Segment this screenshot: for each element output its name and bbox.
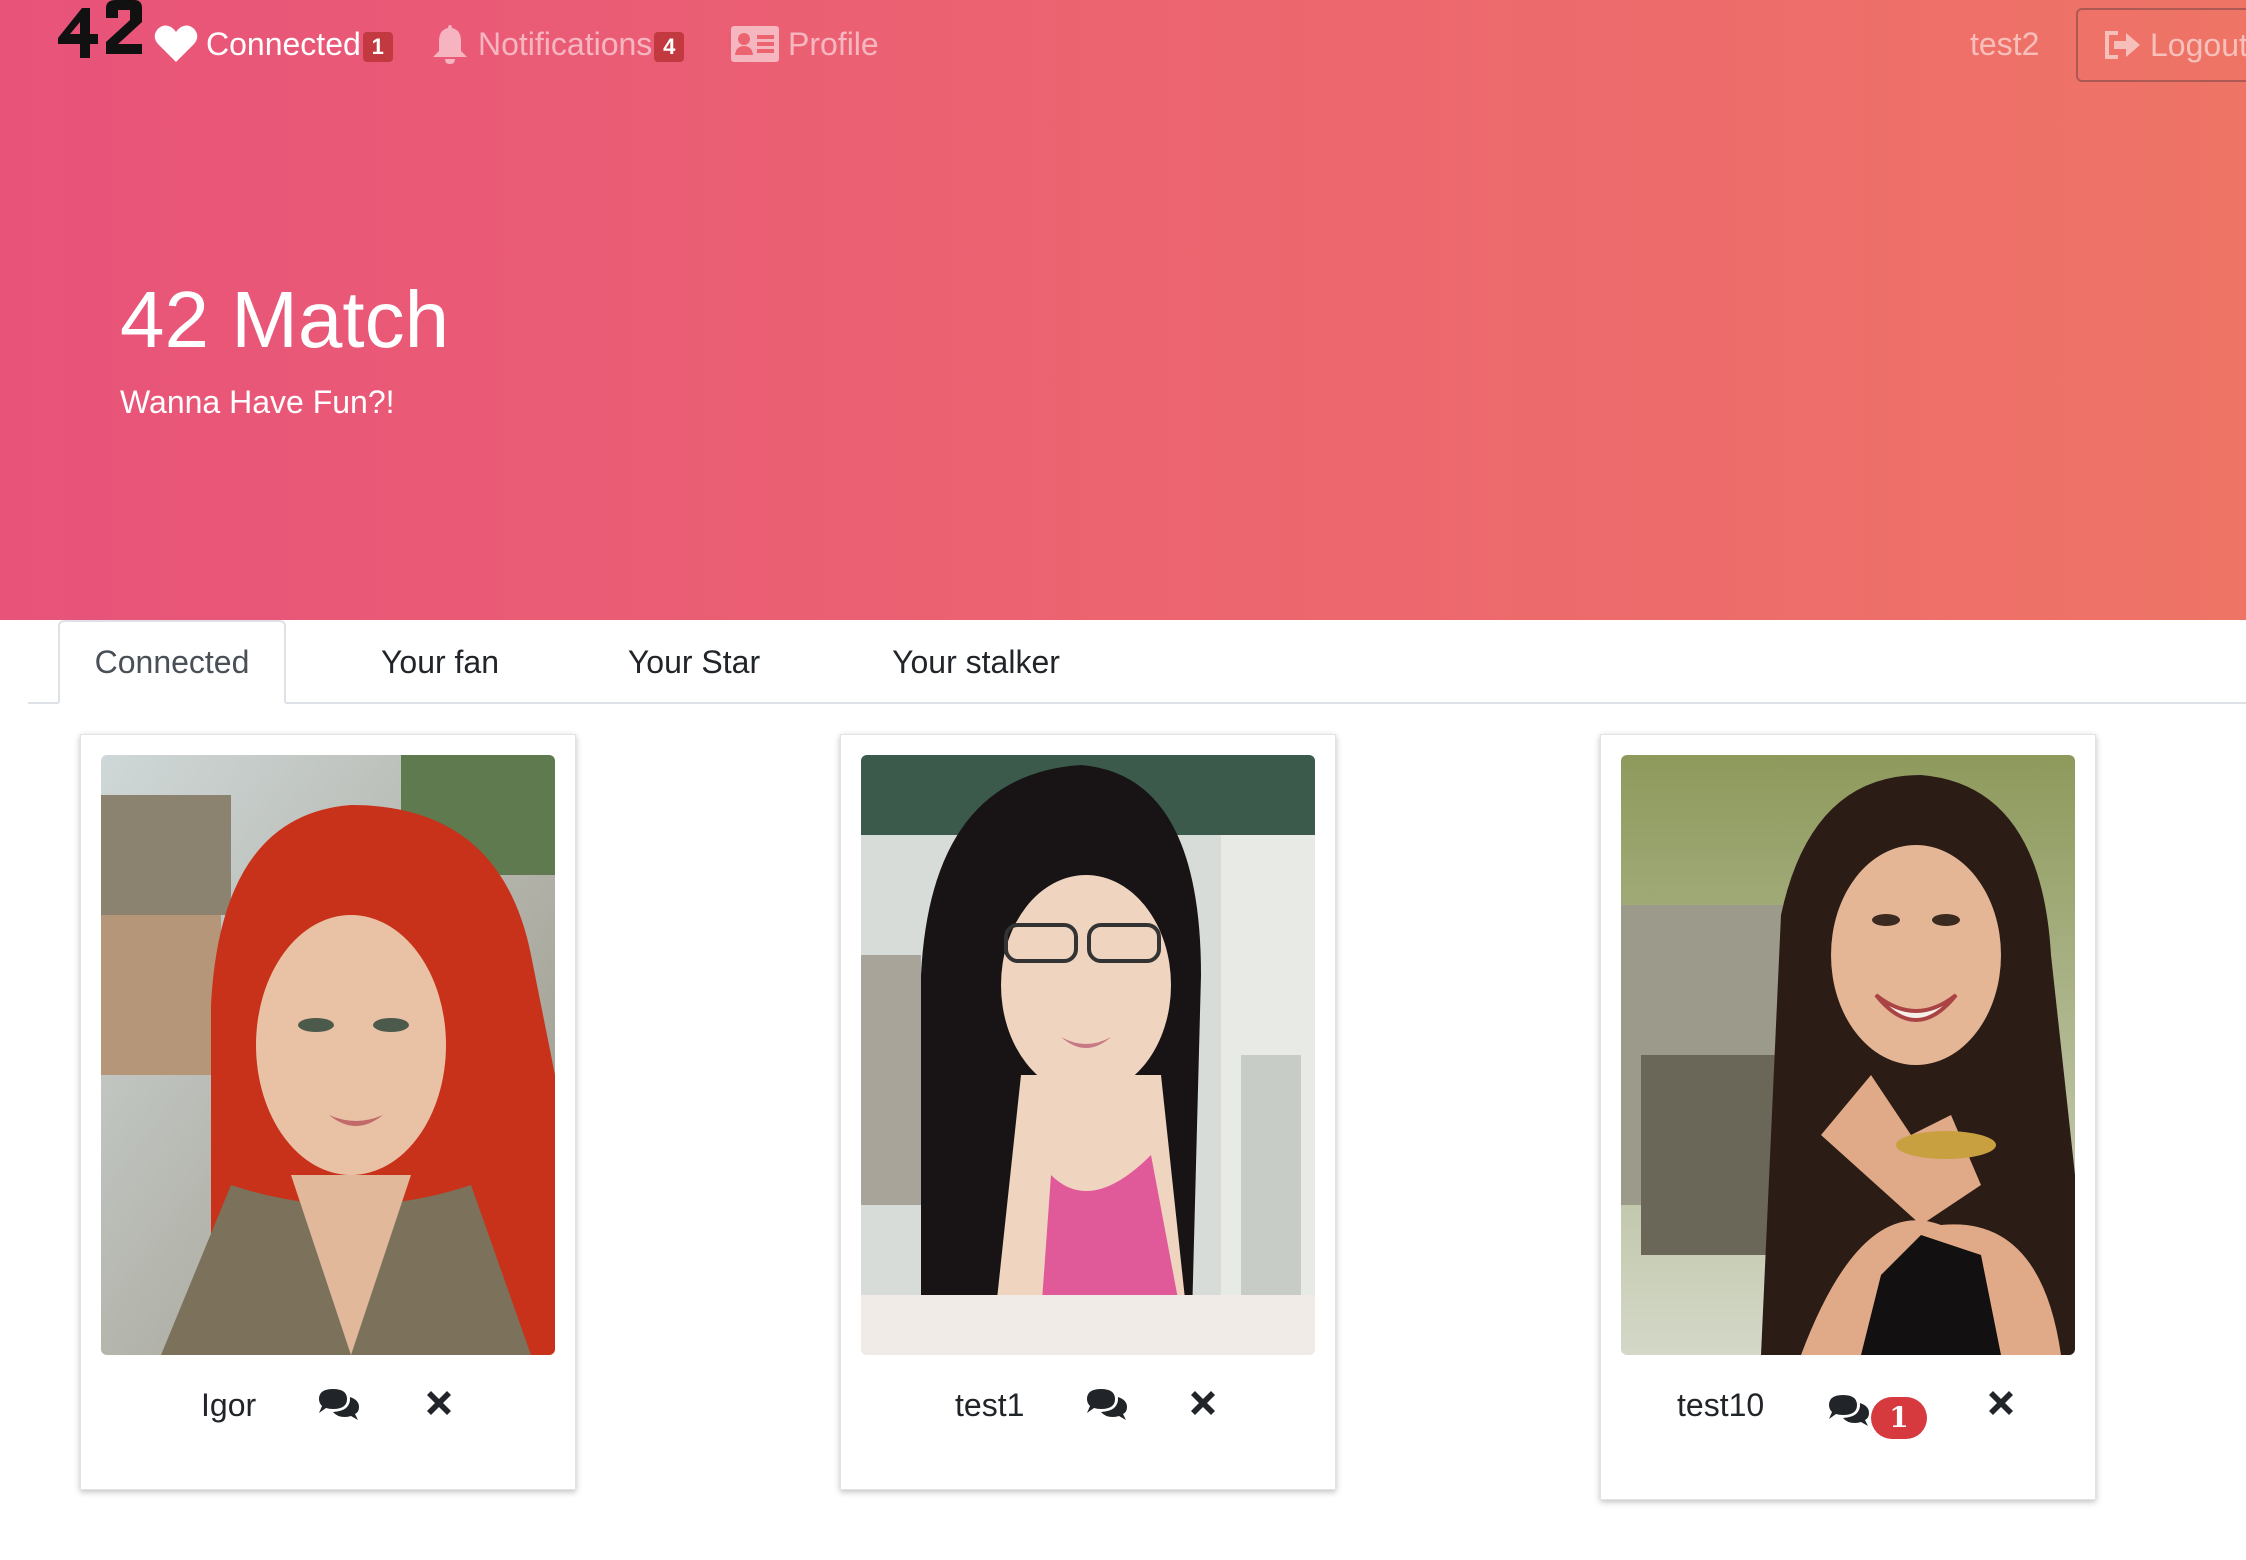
user-card: test10 1 — [1600, 734, 2096, 1500]
page-subtitle: Wanna Have Fun?! — [120, 384, 395, 420]
sign-out-icon — [2102, 27, 2142, 63]
nav-connected[interactable]: Connected 1 — [154, 18, 393, 70]
current-username: test2 — [1970, 25, 2040, 62]
tab-your-star-label: Your Star — [627, 643, 761, 680]
comments-icon[interactable] — [1827, 1393, 1871, 1434]
page-title: 42 Match — [120, 275, 450, 364]
user-photo[interactable] — [861, 755, 1315, 1355]
tab-your-stalker[interactable]: Your stalker — [866, 620, 1086, 704]
id-card-icon — [730, 25, 780, 63]
nav-profile-label: Profile — [788, 25, 879, 62]
tab-your-fan-label: Your fan — [380, 643, 500, 680]
nav-profile[interactable]: Profile — [730, 18, 879, 70]
user-name[interactable]: test10 — [1677, 1387, 1764, 1424]
logo-42[interactable] — [56, 0, 144, 58]
nav-notifications-label: Notifications — [478, 25, 653, 62]
user-photo[interactable] — [101, 755, 555, 1355]
bell-icon — [430, 23, 470, 65]
tab-your-star[interactable]: Your Star — [594, 620, 794, 704]
comments-icon[interactable] — [1085, 1387, 1129, 1428]
tab-connected-label: Connected — [94, 643, 250, 680]
tab-connected[interactable]: Connected — [58, 620, 286, 704]
user-card: test1 — [840, 734, 1336, 1490]
tab-your-fan[interactable]: Your fan — [340, 620, 540, 704]
hero-banner: Connected 1 Notifications 4 Profile test… — [0, 0, 2246, 620]
notifications-count-badge: 4 — [654, 32, 685, 62]
nav-notifications[interactable]: Notifications 4 — [430, 18, 685, 70]
unread-messages-badge: 1 — [1871, 1397, 1927, 1439]
tab-your-stalker-label: Your stalker — [892, 643, 1060, 680]
user-name[interactable]: Igor — [201, 1387, 256, 1424]
user-photo[interactable] — [1621, 755, 2075, 1355]
nav-connected-label: Connected — [206, 25, 361, 62]
connected-count-badge: 1 — [362, 32, 393, 62]
logout-label: Logout — [2150, 26, 2246, 63]
comments-icon[interactable] — [317, 1387, 361, 1428]
user-card: Igor — [80, 734, 576, 1490]
user-name[interactable]: test1 — [955, 1387, 1024, 1424]
close-icon[interactable] — [1187, 1387, 1219, 1428]
logout-button[interactable]: Logout — [2076, 8, 2246, 82]
close-icon[interactable] — [423, 1387, 455, 1428]
heart-icon — [154, 24, 198, 64]
close-icon[interactable] — [1985, 1387, 2017, 1428]
